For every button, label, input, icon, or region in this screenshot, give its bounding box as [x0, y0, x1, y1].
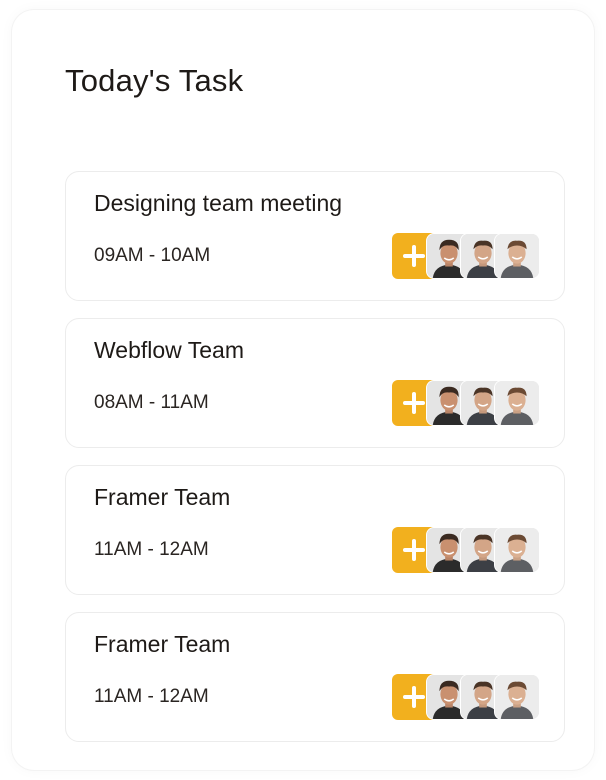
task-time: 09AM - 10AM	[94, 245, 211, 266]
plus-icon-stroke	[412, 245, 416, 267]
attendee-group	[392, 527, 540, 573]
task-list: Designing team meeting 09AM - 10AM Webfl…	[65, 171, 565, 759]
avatar[interactable]	[494, 233, 540, 279]
task-card[interactable]: Framer Team 11AM - 12AM	[65, 612, 565, 742]
avatar[interactable]	[494, 674, 540, 720]
attendee-group	[392, 674, 540, 720]
task-time: 11AM - 12AM	[94, 539, 209, 560]
plus-icon-stroke	[412, 392, 416, 414]
plus-icon-stroke	[412, 539, 416, 561]
task-card[interactable]: Webflow Team 08AM - 11AM	[65, 318, 565, 448]
avatar-person-3-icon	[495, 381, 539, 425]
task-card[interactable]: Designing team meeting 09AM - 10AM	[65, 171, 565, 301]
attendee-group	[392, 233, 540, 279]
task-title: Framer Team	[94, 631, 231, 657]
avatar-person-3-icon	[495, 234, 539, 278]
task-card[interactable]: Framer Team 11AM - 12AM	[65, 465, 565, 595]
task-time: 08AM - 11AM	[94, 392, 209, 413]
page-title: Today's Task	[65, 63, 244, 98]
todays-task-panel: Today's Task Designing team meeting 09AM…	[12, 10, 594, 770]
attendee-group	[392, 380, 540, 426]
avatar[interactable]	[494, 527, 540, 573]
plus-icon-stroke	[412, 686, 416, 708]
task-time: 11AM - 12AM	[94, 686, 209, 707]
avatar-person-3-icon	[495, 528, 539, 572]
task-title: Designing team meeting	[94, 190, 343, 216]
avatar-person-3-icon	[495, 675, 539, 719]
task-title: Webflow Team	[94, 337, 244, 363]
task-title: Framer Team	[94, 484, 231, 510]
avatar[interactable]	[494, 380, 540, 426]
